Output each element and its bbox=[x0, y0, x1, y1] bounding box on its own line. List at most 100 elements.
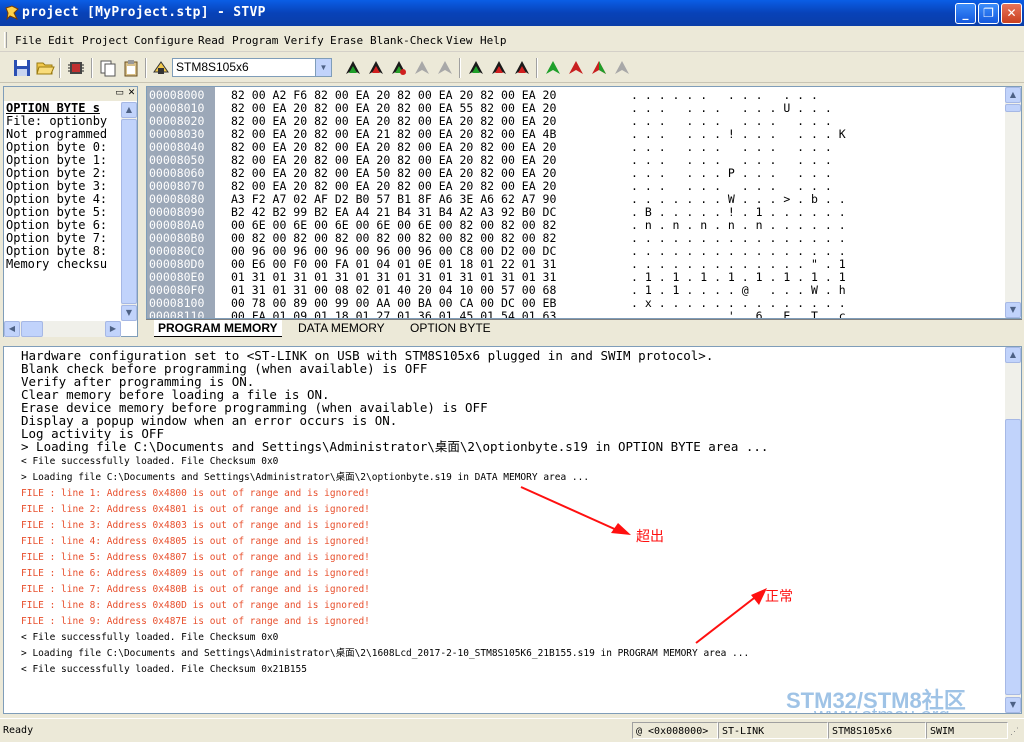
hex-address: 00008110 bbox=[149, 309, 205, 319]
device-select-value: STM8S105x6 bbox=[176, 60, 249, 74]
tab-program-memory[interactable]: PROGRAM MEMORY bbox=[154, 320, 282, 337]
menu-verify[interactable]: Verify bbox=[284, 34, 324, 47]
pane-close-icon[interactable]: ✕ bbox=[126, 88, 137, 99]
program-red-icon[interactable] bbox=[566, 58, 586, 78]
annotation-normal: 正常 bbox=[765, 589, 793, 605]
menu-erase[interactable]: Erase bbox=[330, 34, 363, 47]
read-current-tab-icon[interactable] bbox=[466, 58, 486, 78]
hex-ascii: . . . . . . . ' . 6 . E . T . c bbox=[631, 309, 846, 319]
log-error-line: FILE : line 7: Address 0x480B is out of … bbox=[21, 584, 370, 595]
hex-vertical-scrollbar[interactable]: ▲ ▼ bbox=[1005, 87, 1021, 318]
toolbar-separator bbox=[459, 58, 461, 78]
window-title: project [MyProject.stp] - STVP bbox=[22, 5, 266, 20]
clipboard-icon[interactable] bbox=[121, 58, 141, 78]
memory-tabs: PROGRAM MEMORY DATA MEMORY OPTION BYTE bbox=[146, 319, 1022, 337]
scroll-right-icon[interactable]: ▶ bbox=[105, 321, 121, 337]
log-line: > Loading file C:\Documents and Settings… bbox=[21, 439, 769, 454]
annotation-out-of-range: 超出 bbox=[636, 529, 664, 545]
device-chip-icon[interactable] bbox=[151, 58, 171, 78]
copy-icon[interactable] bbox=[98, 58, 118, 78]
status-protocol: SWIM bbox=[926, 722, 1008, 739]
info-line: Memory checksu bbox=[6, 257, 108, 271]
scroll-up-icon[interactable]: ▲ bbox=[121, 102, 137, 118]
log-line: < File successfully loaded. File Checksu… bbox=[21, 664, 307, 675]
menu-grip bbox=[4, 32, 7, 48]
read-all-icon[interactable] bbox=[343, 58, 363, 78]
info-horizontal-scrollbar[interactable]: ◀ ▶ bbox=[4, 321, 121, 337]
menu-configure[interactable]: Configure bbox=[134, 34, 194, 47]
status-address: @ <0x008000> bbox=[632, 722, 718, 739]
arrow-normal-icon bbox=[695, 588, 767, 644]
scroll-thumb[interactable] bbox=[121, 119, 137, 304]
minimize-button[interactable]: _ bbox=[955, 3, 976, 24]
log-error-line: FILE : line 6: Address 0x4809 is out of … bbox=[21, 568, 370, 579]
resize-grip-icon[interactable]: ⋰ bbox=[1010, 727, 1019, 737]
verify-all-icon[interactable] bbox=[389, 58, 409, 78]
log-line: < File successfully loaded. File Checksu… bbox=[21, 632, 279, 643]
menu-file[interactable]: File bbox=[15, 34, 42, 47]
log-error-line: FILE : line 4: Address 0x4805 is out of … bbox=[21, 536, 370, 547]
arrow-out-of-range-icon bbox=[520, 486, 631, 535]
menu-view[interactable]: View bbox=[446, 34, 473, 47]
scroll-thumb[interactable] bbox=[1005, 419, 1021, 695]
menu-edit[interactable]: Edit bbox=[48, 34, 75, 47]
scroll-left-icon[interactable]: ◀ bbox=[4, 321, 20, 337]
pane-minimize-icon[interactable]: ▭ bbox=[114, 88, 125, 99]
log-vertical-scrollbar[interactable]: ▲ ▼ bbox=[1005, 347, 1021, 713]
tab-option-byte[interactable]: OPTION BYTE bbox=[406, 320, 495, 337]
scroll-down-icon[interactable]: ▼ bbox=[1005, 302, 1021, 318]
verify-mixed-icon[interactable] bbox=[589, 58, 609, 78]
title-bar: project [MyProject.stp] - STVP _ ❐ ✕ bbox=[0, 0, 1024, 26]
erase-icon-disabled[interactable] bbox=[412, 58, 432, 78]
verify-current-tab-icon[interactable] bbox=[512, 58, 532, 78]
scroll-up-icon[interactable]: ▲ bbox=[1005, 87, 1021, 103]
save-icon[interactable] bbox=[12, 58, 32, 78]
program-current-tab-icon[interactable] bbox=[489, 58, 509, 78]
menu-blank-check[interactable]: Blank-Check bbox=[370, 34, 443, 47]
toolbar-separator bbox=[59, 58, 61, 78]
scroll-down-icon[interactable]: ▼ bbox=[121, 305, 137, 321]
read-green-icon[interactable] bbox=[543, 58, 563, 78]
info-vertical-scrollbar[interactable]: ▲ ▼ bbox=[121, 102, 137, 321]
scroll-thumb[interactable] bbox=[1005, 104, 1021, 112]
program-all-icon[interactable] bbox=[366, 58, 386, 78]
log-error-line: FILE : line 2: Address 0x4801 is out of … bbox=[21, 504, 370, 515]
toolbar-separator bbox=[536, 58, 538, 78]
hex-row[interactable]: 00008110 00 FA 01 09 01 18 01 27 01 36 01… bbox=[147, 310, 1003, 319]
log-line: > Loading file C:\Documents and Settings… bbox=[21, 472, 590, 483]
log-line: > Loading file C:\Documents and Settings… bbox=[21, 648, 750, 659]
close-button[interactable]: ✕ bbox=[1001, 3, 1022, 24]
status-ready: Ready bbox=[3, 725, 34, 736]
log-line: < File successfully loaded. File Checksu… bbox=[21, 456, 279, 467]
scroll-up-icon[interactable]: ▲ bbox=[1005, 347, 1021, 363]
blank-check-icon-disabled[interactable] bbox=[435, 58, 455, 78]
status-probe: ST-LINK bbox=[718, 722, 828, 739]
toolbar-separator bbox=[145, 58, 147, 78]
chevron-down-icon[interactable]: ▼ bbox=[315, 59, 331, 76]
toolbar-separator bbox=[91, 58, 93, 78]
log-error-line: FILE : line 1: Address 0x4800 is out of … bbox=[21, 488, 370, 499]
menu-project[interactable]: Project bbox=[82, 34, 128, 47]
log-output-pane[interactable]: Hardware configuration set to <ST-LINK o… bbox=[3, 346, 1022, 714]
maximize-button[interactable]: ❐ bbox=[978, 3, 999, 24]
chip-icon[interactable] bbox=[66, 58, 86, 78]
log-error-line: FILE : line 8: Address 0x480D is out of … bbox=[21, 600, 370, 611]
menu-read[interactable]: Read bbox=[198, 34, 225, 47]
hex-bytes: 00 FA 01 09 01 18 01 27 01 36 01 45 01 5… bbox=[231, 309, 557, 319]
scroll-thumb[interactable] bbox=[21, 321, 43, 337]
status-bar: Ready @ <0x008000> ST-LINK STM8S105x6 SW… bbox=[0, 718, 1024, 742]
erase-disabled-icon[interactable] bbox=[612, 58, 632, 78]
info-lines: OPTION BYTE s File: optionby Not programme… bbox=[6, 102, 120, 320]
log-error-line: FILE : line 5: Address 0x4807 is out of … bbox=[21, 552, 370, 563]
menu-program[interactable]: Program bbox=[232, 34, 278, 47]
scroll-down-icon[interactable]: ▼ bbox=[1005, 697, 1021, 713]
stvp-app-icon bbox=[5, 5, 19, 21]
open-folder-icon[interactable] bbox=[35, 58, 55, 78]
menu-bar: File Edit Project Configure Read Program… bbox=[0, 28, 1024, 52]
watermark-url: www.stmcu.org bbox=[814, 705, 950, 713]
device-select[interactable]: STM8S105x6 ▼ bbox=[172, 58, 332, 77]
memory-hex-view[interactable]: 00008000 82 00 A2 F6 82 00 EA 20 82 00 EA… bbox=[146, 86, 1022, 319]
log-error-line: FILE : line 3: Address 0x4803 is out of … bbox=[21, 520, 370, 531]
menu-help[interactable]: Help bbox=[480, 34, 507, 47]
tab-data-memory[interactable]: DATA MEMORY bbox=[294, 320, 389, 337]
